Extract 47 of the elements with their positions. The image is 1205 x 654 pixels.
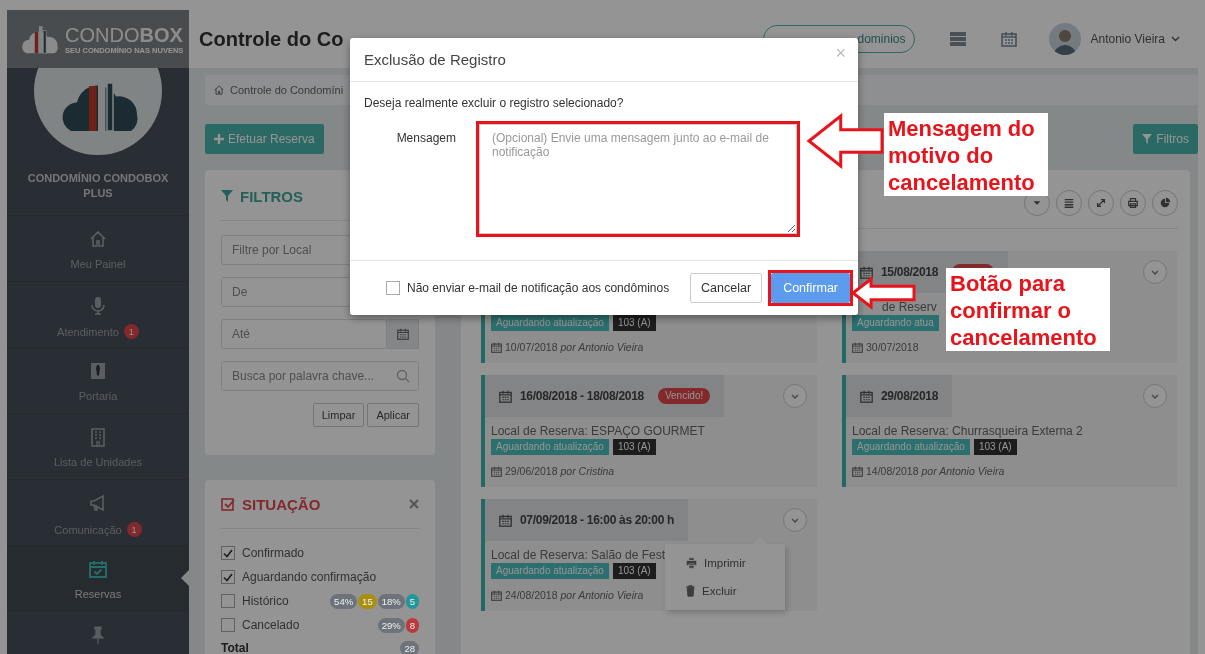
created-info: 29/06/2018 por Cristina: [505, 465, 615, 477]
created-info: 14/08/2018 por Antonio Vieira: [866, 465, 1005, 477]
unit-tag: 103 (A): [612, 439, 656, 455]
reservation-place: Local de Reserva: Salão de Fest: [491, 547, 666, 563]
page-title: Controle do Co: [199, 27, 345, 51]
reservation-date: 07/09/2018 - 16:00 às 20:00 h: [520, 513, 675, 527]
count-badge: 5: [405, 593, 419, 609]
unit-tag: 103 (A): [973, 439, 1017, 455]
checkbox-label: Cancelado: [242, 618, 300, 632]
count-badge: 1: [123, 324, 139, 339]
panel-title: FILTROS: [240, 187, 305, 205]
field-label: Mensagem: [395, 130, 457, 147]
count-badge: 54%: [330, 593, 358, 609]
created-info: 10/07/2018 por Antonio Vieira: [505, 341, 644, 353]
count-badge: 18%: [377, 593, 405, 609]
reservation-date: 15/08/2018: [881, 265, 939, 279]
count-badge: 29%: [377, 617, 405, 633]
status-tag: Aguardando atua: [852, 315, 939, 331]
panel-title: SITUAÇÃO: [242, 495, 322, 513]
created-info: 24/08/2018 por Antonio Vieira: [505, 589, 644, 601]
total-label: Total: [221, 641, 249, 654]
status-tag: Aguardando atualização: [491, 439, 609, 455]
count-badge: 8: [405, 617, 419, 633]
status-tag: Aguardando atualização: [491, 315, 609, 331]
annotation-text: Mensagem do motivo do cancelamento: [884, 113, 1048, 196]
count-badge: 15: [358, 593, 377, 609]
checkbox-label: Aguardando confirmação: [242, 570, 377, 584]
brand-name: CONDOBOX: [65, 23, 184, 46]
status-tag: Aguardando atualização: [491, 563, 609, 579]
checkbox-label: Confirmado: [242, 546, 305, 560]
count-badge: 28: [400, 640, 419, 654]
unit-tag: 103 (A): [612, 563, 656, 579]
dialog-title: Exclusão de Registro: [364, 51, 506, 68]
dialog-question: Deseja realmente excluir o registro selecionado?: [364, 96, 625, 110]
checkbox-label: Histórico: [242, 594, 289, 608]
expired-badge: Vencido!: [657, 388, 711, 404]
annotation-text: Botão para confirmar o cancelamento: [946, 268, 1110, 351]
count-badge: 1: [126, 522, 142, 537]
reservation-place: Local de Reserva: ESPAÇO GOURMET: [491, 423, 705, 439]
reservation-place: Local de Reserva: Churrasqueira Externa 2: [852, 423, 1083, 439]
unit-tag: 103 (A): [612, 315, 656, 331]
reservation-place: de Reserv: [882, 299, 937, 315]
reservation-date: 16/08/2018 - 18/08/2018: [520, 389, 644, 403]
created-info: 30/07/2018: [866, 341, 919, 353]
reservation-date: 29/08/2018: [881, 389, 939, 403]
condo-name: CONDOMÍNIO CONDOBOX PLUS: [26, 171, 170, 201]
status-tag: Aguardando atualização: [852, 439, 970, 455]
